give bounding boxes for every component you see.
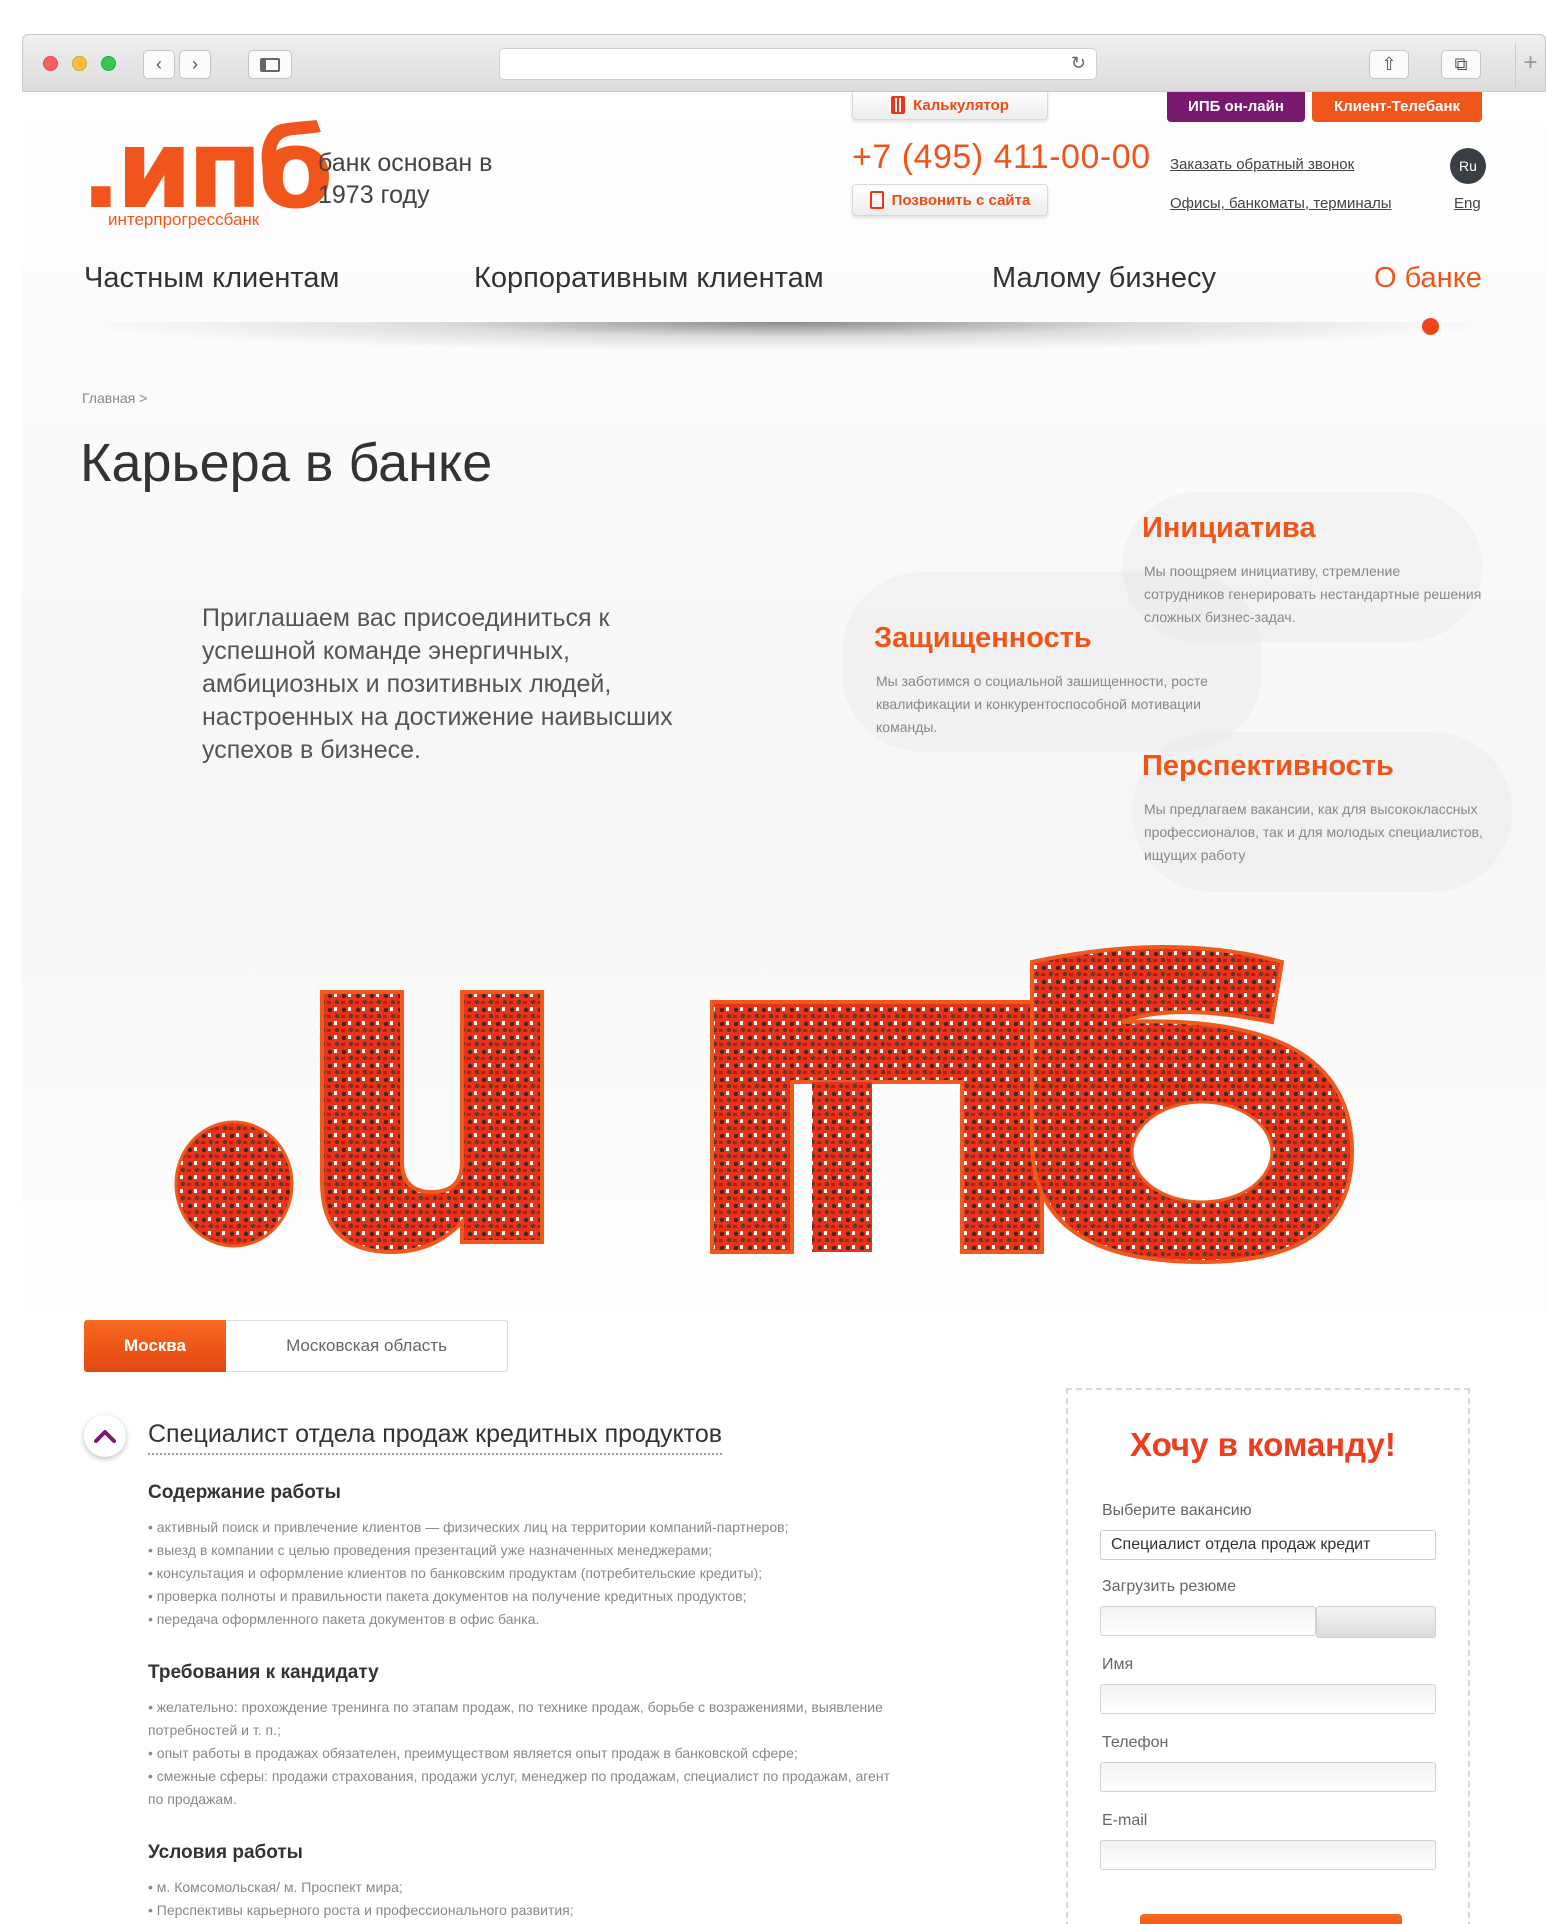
vacancy-title[interactable]: Специалист отдела продаж кредитных проду…	[148, 1420, 723, 1455]
value-security-text: Мы заботимся о социальной зашищенности, …	[876, 673, 1208, 735]
share-button[interactable]: ⇧	[1369, 50, 1409, 79]
submit-application-button[interactable]	[1140, 1914, 1402, 1924]
requirements-heading: Требования к кандидату	[148, 1662, 379, 1683]
value-initiative-title: Инициатива	[1142, 512, 1316, 544]
list-item: • м. Комсомольская/ м. Проспект мира;	[148, 1879, 403, 1895]
collapse-vacancy-button[interactable]	[84, 1415, 126, 1457]
share-icon: ⇧	[1381, 54, 1397, 74]
duties-list: • активный поиск и привлечение клиентов …	[148, 1516, 908, 1631]
language-en-link[interactable]: Eng	[1454, 195, 1481, 212]
duties-heading: Содержание работы	[148, 1482, 341, 1503]
browser-toolbar: ‹ › ↻ ⇧ ⧉ +	[22, 34, 1546, 92]
tab-moscow[interactable]: Москва	[84, 1320, 226, 1372]
breadcrumb[interactable]: Главная >	[82, 390, 147, 406]
list-item: • проверка полноты и правильности пакета…	[148, 1588, 747, 1604]
tabs-overview-button[interactable]: ⧉	[1441, 50, 1481, 79]
chevron-left-icon: ‹	[156, 54, 162, 74]
callback-link[interactable]: Заказать обратный звонок	[1170, 156, 1354, 173]
vacancy-select-label: Выберите вакансию	[1102, 1502, 1252, 1519]
phone-field-label: Телефон	[1102, 1734, 1169, 1751]
vacancy-select[interactable]: Специалист отдела продаж кредит	[1100, 1530, 1436, 1560]
minimize-window-button[interactable]	[72, 56, 87, 71]
nav-private-clients[interactable]: Частным клиентам	[84, 262, 339, 295]
phone-number[interactable]: +7 (495) 411-00-00	[852, 138, 1151, 177]
list-item: • консультация и оформление клиентов по …	[148, 1565, 763, 1581]
intro-text: Приглашаем вас присоединиться к успешной…	[202, 604, 673, 764]
phone-icon	[869, 191, 884, 209]
phone-field[interactable]	[1100, 1762, 1436, 1792]
new-tab-button[interactable]: +	[1515, 43, 1545, 89]
back-button[interactable]: ‹	[143, 50, 175, 79]
ipb-online-label: ИПБ он-лайн	[1188, 97, 1284, 115]
chevron-right-icon: ›	[192, 54, 198, 74]
list-item: • опыт работы в продажах обязателен, пре…	[148, 1745, 798, 1761]
web-page: .ипб интерпрогрессбанк банк основан в 19…	[22, 92, 1546, 1924]
resume-upload-button[interactable]	[1316, 1606, 1436, 1638]
name-field[interactable]	[1100, 1684, 1436, 1714]
bank-slogan: банк основан в 1973 году	[318, 149, 493, 209]
sidebar-toggle-button[interactable]	[248, 50, 292, 79]
conditions-list: • м. Комсомольская/ м. Проспект мира; • …	[148, 1876, 908, 1922]
list-item: • активный поиск и привлечение клиентов …	[148, 1519, 789, 1535]
calculator-icon	[891, 96, 906, 114]
resume-file-field[interactable]	[1100, 1606, 1316, 1636]
close-window-button[interactable]	[43, 56, 58, 71]
list-item: • передача оформленного пакета документо…	[148, 1611, 540, 1627]
email-field[interactable]	[1100, 1840, 1436, 1870]
sidebar-icon	[260, 57, 280, 72]
value-prospects-title: Перспективность	[1142, 750, 1394, 782]
email-field-label: E-mail	[1102, 1812, 1148, 1829]
ipb-online-button[interactable]: ИПБ он-лайн	[1167, 92, 1305, 122]
form-title: Хочу в команду!	[1130, 1426, 1396, 1463]
tab-moscow-region[interactable]: Московская область	[226, 1320, 508, 1372]
nav-about-bank[interactable]: О банке	[1374, 262, 1482, 295]
list-item: • желательно: прохождение тренинга по эт…	[148, 1699, 883, 1738]
value-initiative-text: Мы поощряем инициативу, стремление сотру…	[1144, 563, 1482, 625]
zoom-window-button[interactable]	[101, 56, 116, 71]
nav-active-indicator	[1422, 318, 1439, 335]
calculator-label: Калькулятор	[913, 96, 1009, 114]
list-item: • выезд в компании с целью проведения пр…	[148, 1542, 713, 1558]
bank-logo-subtitle: интерпрогрессбанк	[108, 210, 260, 229]
page-title: Карьера в банке	[80, 433, 493, 493]
nav-shadow	[62, 322, 1512, 352]
bank-logo[interactable]: .ипб	[80, 114, 334, 224]
nav-small-business[interactable]: Малому бизнесу	[992, 262, 1216, 295]
requirements-list: • желательно: прохождение тренинга по эт…	[148, 1696, 908, 1811]
client-telebank-label: Клиент-Телебанк	[1333, 97, 1461, 115]
language-ru-button[interactable]: Ru	[1450, 148, 1486, 184]
team-logo-image	[174, 945, 1355, 1265]
nav-corporate-clients[interactable]: Корпоративным клиентам	[474, 262, 824, 295]
address-bar[interactable]: ↻	[499, 48, 1097, 80]
value-security-title: Защищенность	[874, 622, 1092, 654]
resume-upload-label: Загрузить резюме	[1102, 1578, 1236, 1595]
tabs-icon: ⧉	[1454, 54, 1468, 74]
client-telebank-button[interactable]: Клиент-Телебанк	[1312, 92, 1482, 122]
plus-icon: +	[1523, 49, 1538, 76]
name-field-label: Имя	[1102, 1656, 1134, 1673]
reload-icon[interactable]: ↻	[1071, 53, 1086, 74]
chevron-up-icon	[94, 1430, 116, 1443]
list-item: • смежные сферы: продажи страхования, пр…	[148, 1768, 890, 1807]
call-from-site-button[interactable]: Позвонить с сайта	[852, 184, 1048, 216]
forward-button[interactable]: ›	[179, 50, 211, 79]
list-item: • Перспективы карьерного роста и професс…	[148, 1902, 574, 1918]
conditions-heading: Условия работы	[148, 1842, 303, 1863]
calculator-button[interactable]: Калькулятор	[852, 92, 1048, 120]
call-from-site-label: Позвонить с сайта	[891, 191, 1031, 209]
offices-link[interactable]: Офисы, банкоматы, терминалы	[1170, 195, 1392, 212]
value-prospects-text: Мы предлагаем вакансии, как для высококл…	[1144, 801, 1483, 863]
